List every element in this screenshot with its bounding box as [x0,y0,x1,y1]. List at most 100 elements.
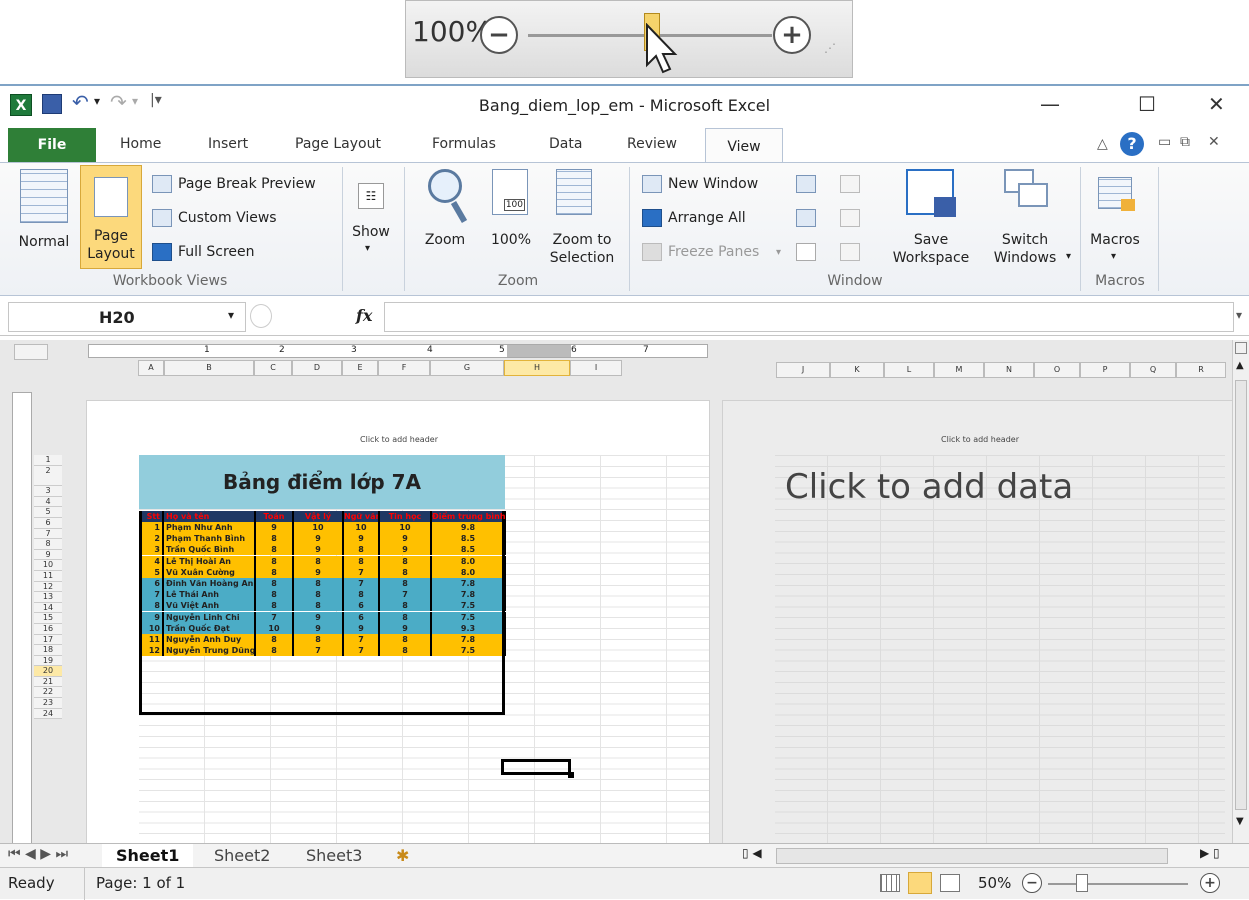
table-cell[interactable]: 8.5 [432,533,506,545]
switch-windows-dropdown-icon[interactable]: ▾ [1066,251,1071,262]
table-cell[interactable]: 7.8 [432,589,506,601]
table-cell[interactable]: 9 [294,611,344,623]
table-cell[interactable]: 6 [142,578,164,589]
table-cell[interactable]: 8 [380,611,432,623]
save-workspace-label-2[interactable]: Workspace [886,249,976,267]
table-row[interactable]: 8 Vũ Việt Anh 8 8 6 8 7.5 [139,600,506,612]
freeze-panes-dropdown-icon[interactable]: ▾ [776,247,781,258]
table-cell[interactable]: 8 [294,600,344,612]
column-header[interactable]: G [430,360,504,376]
table-cell[interactable]: 8 [380,578,432,589]
row-header[interactable]: 8 [34,539,62,550]
column-header[interactable]: N [984,362,1034,378]
table-cell[interactable]: 8 [142,600,164,612]
table-cell[interactable]: 8.0 [432,555,506,567]
header-cell[interactable]: Stt [142,511,164,522]
table-cell[interactable]: 8 [256,533,294,545]
table-cell[interactable]: 10 [294,522,344,533]
table-cell[interactable]: 6 [344,611,380,623]
row-header[interactable]: 10 [34,560,62,571]
table-cell[interactable]: 8 [380,555,432,567]
table-cell[interactable]: 8 [380,600,432,612]
page-layout-status-icon[interactable] [908,872,932,894]
table-cell[interactable]: 8.5 [432,544,506,556]
custom-views-button[interactable]: Custom Views [178,209,277,227]
column-header[interactable]: C [254,360,292,376]
page-2-header-placeholder[interactable]: Click to add header [723,435,1237,444]
table-cell[interactable]: 8 [380,634,432,645]
arrange-all-button[interactable]: Arrange All [668,209,746,227]
row-header[interactable]: 23 [34,698,62,709]
table-row[interactable]: 4 Lê Thị Hoài An 8 8 8 8 8.0 [139,555,506,567]
row-header[interactable]: 13 [34,592,62,603]
insert-sheet-icon[interactable]: ✱ [396,846,409,865]
active-cell-h20[interactable] [501,759,571,775]
table-cell[interactable]: 7 [344,645,380,657]
table-row[interactable]: 2 Phạm Thanh Bình 8 9 9 9 8.5 [139,533,506,545]
scroll-right-icon[interactable]: ▶ ▯ [1200,846,1220,860]
table-cell[interactable]: 7 [344,634,380,645]
table-cell[interactable]: 3 [142,544,164,556]
row-header[interactable]: 18 [34,645,62,656]
row-header[interactable]: 7 [34,528,62,540]
table-row[interactable]: 3 Trần Quốc Bình 8 9 8 9 8.5 [139,544,506,556]
workbook-close-icon[interactable]: ✕ [1208,134,1220,150]
row-header[interactable]: 21 [34,676,62,688]
vertical-scrollbar[interactable]: ▲ ▼ [1232,340,1249,845]
table-cell[interactable]: Vũ Việt Anh [164,600,256,612]
column-header[interactable]: Q [1130,362,1176,378]
row-header[interactable]: 2 [34,465,62,487]
table-cell[interactable]: 8 [380,566,432,578]
column-header[interactable]: B [164,360,254,376]
workbook-restore-icon[interactable]: ⧉ [1180,134,1190,150]
table-row[interactable]: 7 Lê Thái Anh 8 8 8 7 7.8 [139,589,506,601]
table-cell[interactable]: 7 [344,566,380,578]
table-cell[interactable]: 5 [142,566,164,578]
show-button[interactable]: Show [348,223,394,241]
table-cell[interactable]: 7.5 [432,611,506,623]
header-cell[interactable]: Vật lý [294,511,344,522]
minimize-ribbon-icon[interactable]: △ [1097,136,1108,152]
hide-icon[interactable] [796,209,816,227]
row-header[interactable]: 24 [34,708,62,720]
save-workspace-label-1[interactable]: Save [886,231,976,249]
tab-insert[interactable]: Insert [208,136,248,152]
sheet-tab-1[interactable]: Sheet1 [102,844,194,868]
table-cell[interactable]: 8 [294,634,344,645]
table-cell[interactable]: 8 [256,600,294,612]
table-cell[interactable]: 8 [344,555,380,567]
zoom-in-icon[interactable]: + [773,16,811,54]
sheet-nav-icon[interactable]: ⏮ ◀ ▶ ⏭ [8,846,68,862]
macros-button[interactable]: Macros [1086,231,1144,249]
macros-dropdown-icon[interactable]: ▾ [1111,251,1116,262]
column-header-selected[interactable]: H [504,360,570,376]
table-cell[interactable]: Nguyễn Trung Dũng [164,645,256,657]
tab-file[interactable]: File [8,128,96,162]
row-header[interactable]: 5 [34,507,62,518]
formula-input[interactable] [384,302,1234,332]
column-header[interactable]: K [830,362,884,378]
new-window-button[interactable]: New Window [668,175,758,193]
table-cell[interactable]: 7.5 [432,645,506,657]
status-zoom-thumb[interactable] [1076,874,1088,892]
row-header[interactable]: 17 [34,634,62,646]
table-cell[interactable]: 8 [256,645,294,657]
column-header[interactable]: L [884,362,934,378]
table-cell[interactable]: 8 [256,566,294,578]
table-cell[interactable]: 12 [142,645,164,657]
close-icon[interactable]: ✕ [1208,92,1225,116]
name-box[interactable]: H20 [8,302,246,332]
table-cell[interactable]: 10 [344,522,380,533]
maximize-icon[interactable]: ☐ [1138,92,1156,116]
table-cell[interactable]: 8.0 [432,566,506,578]
table-cell[interactable]: 10 [256,622,294,634]
table-row[interactable]: 11 Nguyễn Anh Duy 8 8 7 8 7.8 [139,634,506,645]
minimize-icon[interactable]: — [1040,92,1060,116]
table-row[interactable]: 5 Vũ Xuân Cường 8 9 7 8 8.0 [139,566,506,578]
table-cell[interactable]: 7.8 [432,578,506,589]
table-cell[interactable]: Phạm Thanh Bình [164,533,256,545]
table-cell[interactable]: 8 [256,578,294,589]
normal-view-icon[interactable] [20,169,68,223]
column-header[interactable]: D [292,360,342,376]
normal-view-label[interactable]: Normal [16,233,72,251]
